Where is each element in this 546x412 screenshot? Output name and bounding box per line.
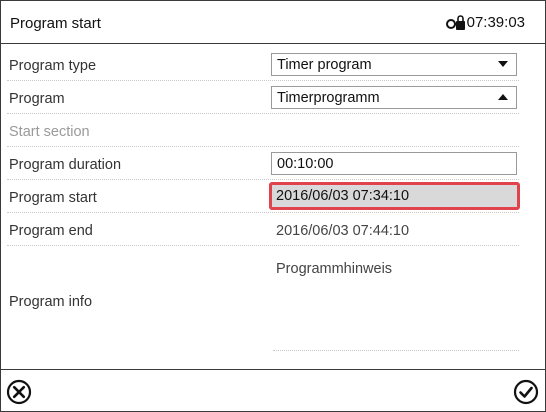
program-duration-label: Program duration bbox=[9, 157, 122, 173]
row-program-start: Program start 2016/06/03 07:34:10 bbox=[7, 181, 520, 213]
row-program: Program Timerprogramm bbox=[7, 82, 519, 114]
row-program-duration: Program duration 00:10:00 bbox=[7, 148, 519, 180]
lock-icon bbox=[445, 15, 465, 30]
row-program-type: Program type Timer program bbox=[7, 49, 519, 81]
chevron-up-icon bbox=[498, 94, 508, 100]
current-time: 07:39:03 bbox=[466, 14, 525, 31]
program-start-input[interactable]: 2016/06/03 07:34:10 bbox=[269, 182, 520, 210]
program-info-label: Program info bbox=[9, 294, 93, 310]
bottom-bar bbox=[1, 369, 545, 412]
program-start-label: Program start bbox=[9, 190, 97, 206]
program-end-label: Program end bbox=[9, 223, 93, 239]
row-program-end: Program end 2016/06/03 07:44:10 bbox=[7, 214, 519, 246]
row-start-section: Start section bbox=[7, 115, 519, 147]
cancel-icon[interactable] bbox=[6, 379, 32, 405]
title-bar: Program start 07:39:03 bbox=[1, 1, 545, 44]
start-section-label: Start section bbox=[9, 124, 90, 140]
chevron-down-icon bbox=[498, 61, 508, 67]
program-type-dropdown[interactable]: Timer program bbox=[271, 53, 517, 76]
program-value: Timerprogramm bbox=[277, 90, 380, 106]
program-duration-value: 00:10:00 bbox=[277, 156, 334, 172]
program-end-value: 2016/06/03 07:44:10 bbox=[276, 223, 410, 239]
program-info-value[interactable]: Programmhinweis bbox=[276, 261, 392, 277]
program-label: Program bbox=[9, 91, 65, 107]
program-type-value: Timer program bbox=[277, 57, 372, 73]
program-dropdown[interactable]: Timerprogramm bbox=[271, 86, 517, 109]
page-title: Program start bbox=[10, 15, 101, 32]
program-start-value: 2016/06/03 07:34:10 bbox=[276, 188, 410, 204]
program-duration-input[interactable]: 00:10:00 bbox=[271, 152, 517, 175]
program-info-separator bbox=[273, 350, 519, 351]
confirm-icon[interactable] bbox=[513, 379, 539, 405]
program-type-label: Program type bbox=[9, 58, 97, 74]
status-clock: 07:39:03 bbox=[445, 14, 525, 31]
program-start-screen: Program start 07:39:03 Program type Time… bbox=[0, 0, 546, 412]
